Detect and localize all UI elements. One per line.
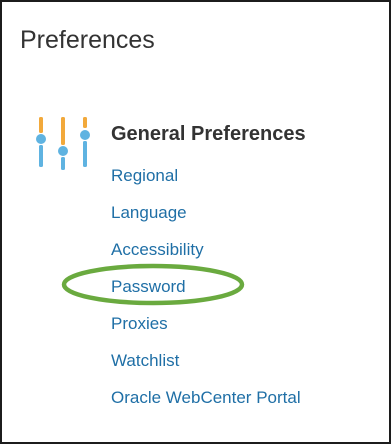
preferences-panel: Preferences General Preferences Regional… bbox=[0, 0, 391, 444]
link-proxies[interactable]: Proxies bbox=[111, 315, 168, 332]
link-password[interactable]: Password bbox=[111, 278, 186, 295]
page-title: Preferences bbox=[20, 26, 155, 54]
link-watchlist[interactable]: Watchlist bbox=[111, 352, 179, 369]
link-regional[interactable]: Regional bbox=[111, 167, 178, 184]
link-oracle-webcenter-portal[interactable]: Oracle WebCenter Portal bbox=[111, 389, 301, 406]
preferences-sliders-icon bbox=[36, 117, 90, 170]
link-language[interactable]: Language bbox=[111, 204, 187, 221]
general-preferences-heading: General Preferences bbox=[111, 123, 306, 145]
link-accessibility[interactable]: Accessibility bbox=[111, 241, 204, 258]
